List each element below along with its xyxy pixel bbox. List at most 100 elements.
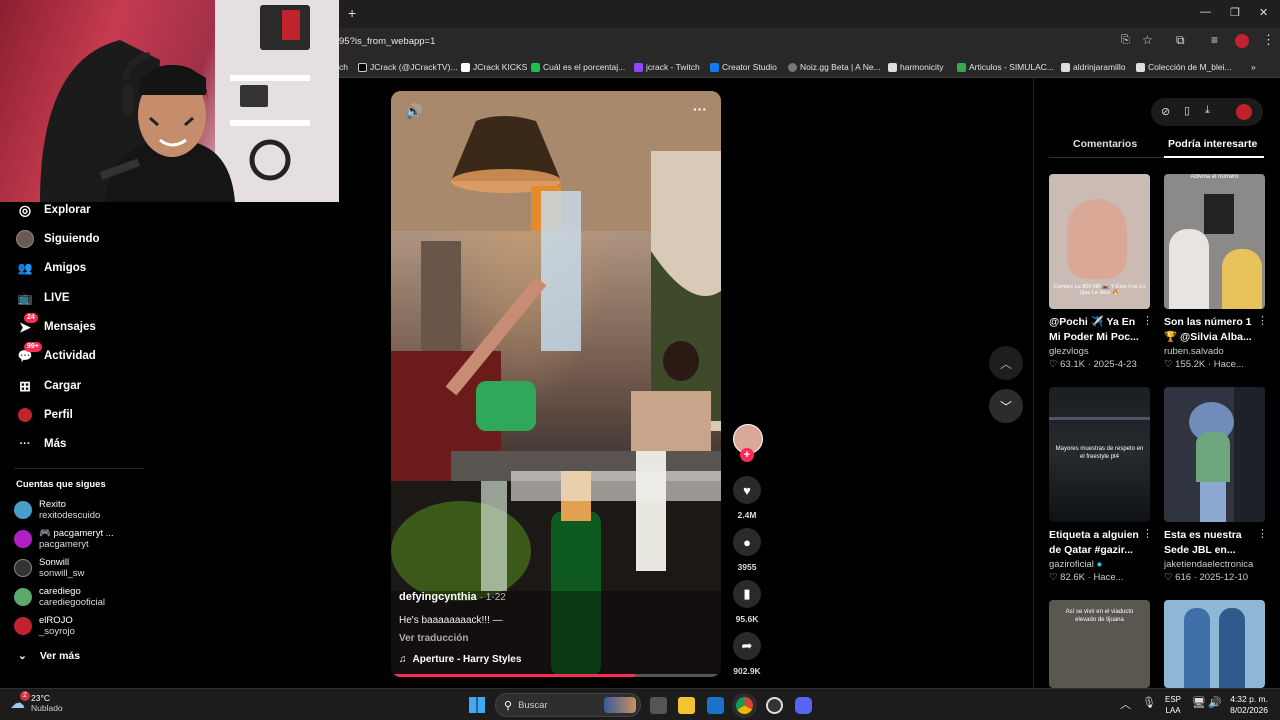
bookmark-item[interactable]: Cuál es el porcentaj... [531,56,625,78]
bookmark-star-icon[interactable]: ☆ [1142,33,1153,47]
search-input[interactable]: ⚲ Buscar [495,693,641,717]
profile-avatar[interactable] [1236,104,1252,120]
outlook-icon[interactable] [707,697,724,714]
clock[interactable]: 4:32 p. m. 8/02/2026 [1228,694,1268,716]
see-translation-link[interactable]: Ver traducción [399,633,468,644]
sidebar-item-actividad[interactable]: 💬 99+ Actividad [16,342,96,367]
sidebar-item-explorar[interactable]: ◎ Explorar [16,199,91,221]
cloud-icon: ☁ 2 [10,691,30,712]
card-more-icon[interactable]: ⋮ [1142,314,1153,327]
weather-widget[interactable]: ☁ 2 23°C Nublado [10,691,63,713]
suggested-video-card[interactable] [1164,600,1265,688]
network-icon[interactable]: 🖥 [1192,696,1206,709]
bookmark-item[interactable]: aldrinjaramillo [1061,56,1125,78]
creator-avatar-button[interactable]: + [733,424,763,462]
sidebar-item-perfil[interactable]: Perfil [16,404,73,426]
friends-icon: 👥 [17,261,33,275]
sidebar-item-amigos[interactable]: 👥 Amigos [16,257,87,279]
video-date: · 1-22 [479,592,506,603]
follow-plus-icon[interactable]: + [740,448,754,462]
bookmark-item[interactable]: JCrack KICKS [461,56,527,78]
card-user[interactable]: ruben.salvado [1164,346,1265,357]
compass-icon[interactable]: ⊘ [1161,105,1170,118]
video-player[interactable]: 🔊 ··· defyingcynthia · 1-22 He's baaaaaa… [391,91,721,677]
video-sound[interactable]: ♫ Aperture - Harry Styles [399,654,521,665]
suggested-video-card[interactable]: Así se vivir en el viaducto elevado de t… [1049,600,1150,688]
card-user[interactable]: glezvlogs [1049,346,1150,357]
suggested-video-card[interactable]: Mayores muestras de respeto en el freest… [1049,387,1153,583]
minimize-icon[interactable]: — [1200,6,1211,18]
followed-account[interactable]: elROJO _soyrojo [14,613,75,639]
compass-icon: ◎ [18,201,32,218]
music-note-icon: ♫ [399,654,407,665]
sidebar-item-cargar[interactable]: ⊞ Cargar [16,375,81,397]
file-explorer-icon[interactable] [678,697,695,714]
next-video-button[interactable]: ﹀ [989,389,1023,423]
phone-icon[interactable]: ▯ [1184,104,1190,117]
card-more-icon[interactable]: ⋮ [1142,527,1153,540]
previous-video-button[interactable]: ︿ [989,346,1023,380]
extensions-icon[interactable]: ⧉ [1176,33,1185,48]
sidebar-item-mas[interactable]: ··· Más [16,433,67,455]
card-user[interactable]: jaketiendaelectronica [1164,559,1265,570]
video-author[interactable]: defyingcynthia [399,591,477,603]
search-highlight-image [604,697,636,713]
bookmark-item[interactable]: Creator Studio [710,56,777,78]
save-button[interactable]: ▮ 95.6K [733,580,761,624]
bookmark-item[interactable]: jcrack - Twitch [634,56,700,78]
sidebar-item-siguiendo[interactable]: Siguiendo [16,228,100,250]
video-more-icon[interactable]: ··· [693,101,707,117]
followed-account[interactable]: 🎮 pacgameryt ... pacgameryt [14,526,114,552]
language-indicator[interactable]: ESP LAA [1165,694,1181,716]
streamer-webcam-image [40,0,339,202]
volume-icon[interactable]: 🔊 [1208,696,1222,709]
bookmark-item[interactable]: harmonicity [888,56,943,78]
followed-account[interactable]: Rexito rexitodescuido [14,497,100,523]
bookmark-item[interactable]: JCrack (@JCrackTV)... [358,56,458,78]
tab-podria-interesarte[interactable]: Podría interesarte [1168,138,1257,150]
bookmark-item[interactable]: Noiz.gg Beta | A Ne... [788,56,881,78]
bookmark-item[interactable]: ch [339,56,348,78]
like-button[interactable]: ♥ 2.4M [733,476,761,520]
comment-button[interactable]: ● 3955 [733,528,761,572]
suggested-video-card[interactable]: Esta es nuestra Sede JBL en... ⋮ jaketie… [1164,387,1268,583]
restore-icon[interactable]: ❐ [1230,6,1240,19]
video-progress-fill [391,674,636,677]
new-tab-button[interactable]: + [348,5,356,21]
video-caption: He's baaaaaaaack!!! — [399,615,503,626]
card-stats: ♡ 155.2K · Hace... [1164,359,1244,370]
share-button[interactable]: ➦ 902.9K [733,632,761,676]
profile-avatar[interactable] [1235,34,1249,48]
cast-icon[interactable]: ⎘ [1121,34,1130,47]
more-bookmarks-button[interactable]: » [1251,56,1256,78]
bookmark-item[interactable]: Colección de M_blei... [1136,56,1232,78]
download-icon[interactable]: ⤓ [1205,104,1210,117]
tab-active-indicator [1164,156,1264,158]
url-text[interactable]: 95?is_from_webapp=1 [339,36,435,47]
microphone-icon[interactable]: 🎙 [1142,696,1156,709]
see-more-button[interactable]: ⌄ Ver más [18,650,80,662]
task-view-icon[interactable] [650,697,667,714]
followed-account[interactable]: Sonwill sonwill_sw [14,555,84,581]
card-more-icon[interactable]: ⋮ [1257,314,1268,327]
card-user[interactable]: gaziroficial ● [1049,559,1150,570]
chrome-icon[interactable] [736,697,753,714]
menu-icon[interactable]: ⋮ [1262,32,1275,48]
sidebar-item-label: Explorar [44,204,91,216]
followed-account[interactable]: carediego carediegooficial [14,584,105,610]
discord-icon[interactable] [795,697,812,714]
bookmark-item[interactable]: Articulos - SIMULAC... [957,56,1054,78]
sidebar-item-live[interactable]: 📺 LIVE [16,287,70,309]
sidebar-item-mensajes[interactable]: ➤ 24 Mensajes [16,313,96,338]
volume-icon[interactable]: 🔊 [405,103,422,120]
suggested-video-card[interactable]: Compre La 800 NR 🏍️ Y Esto Fue Lo Que Le… [1049,174,1153,370]
obs-icon[interactable] [766,697,783,714]
windows-start-icon[interactable] [469,697,485,713]
tray-chevron-icon[interactable]: ︿ [1120,696,1131,712]
media-icon[interactable]: ≡ [1211,33,1218,47]
close-icon[interactable]: ✕ [1259,6,1268,19]
suggested-video-card[interactable]: Adivina el número Son las número 1 🏆 @Si… [1164,174,1268,370]
video-progress-track[interactable] [391,674,721,677]
tab-comentarios[interactable]: Comentarios [1073,138,1137,150]
card-more-icon[interactable]: ⋮ [1257,527,1268,540]
